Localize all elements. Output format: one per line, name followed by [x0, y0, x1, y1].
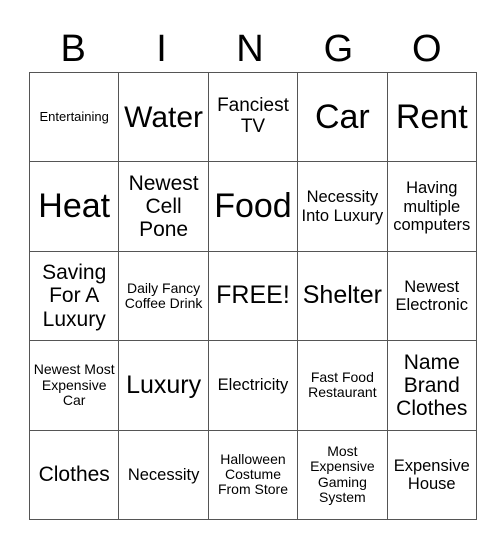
bingo-cell[interactable]: Necessity Into Luxury [297, 161, 388, 252]
bingo-cell[interactable]: Expensive House [386, 429, 477, 520]
board-row: Clothes Necessity Halloween Costume From… [28, 429, 477, 520]
bingo-cell[interactable]: Heat [28, 161, 120, 252]
bingo-cell[interactable]: Car [297, 71, 388, 163]
bingo-cell[interactable]: Water [118, 71, 209, 163]
bingo-cell[interactable]: Fast Food Restaurant [297, 340, 388, 431]
bingo-header: B I N G O [29, 26, 471, 72]
bingo-cell[interactable]: Name Brand Clothes [386, 340, 477, 431]
bingo-cell[interactable]: Newest Most Expensive Car [28, 340, 120, 431]
bingo-cell[interactable]: Rent [386, 71, 477, 163]
header-letter-n: N [236, 28, 264, 70]
header-letter-o: O [411, 28, 442, 70]
bingo-cell[interactable]: Daily Fancy Coffee Drink [118, 250, 209, 342]
free-space-cell[interactable]: FREE! [207, 250, 299, 342]
bingo-cell[interactable]: Saving For A Luxury [28, 250, 120, 342]
board-row: Entertaining Water Fanciest TV Car Rent [28, 71, 477, 163]
bingo-cell[interactable]: Halloween Costume From Store [207, 429, 299, 520]
bingo-cell[interactable]: Shelter [297, 250, 388, 342]
bingo-cell[interactable]: Luxury [118, 340, 209, 431]
bingo-cell[interactable]: Electricity [207, 340, 299, 431]
bingo-cell[interactable]: Most Expensive Gaming System [297, 429, 388, 520]
bingo-cell[interactable]: Entertaining [28, 71, 120, 163]
board-row: Newest Most Expensive Car Luxury Electri… [28, 340, 477, 431]
header-letter-i: I [156, 28, 167, 70]
board-row: Heat Newest Cell Pone Food Necessity Int… [28, 161, 477, 252]
bingo-cell[interactable]: Having multiple computers [386, 161, 477, 252]
bingo-cell[interactable]: Necessity [118, 429, 209, 520]
bingo-board: Entertaining Water Fanciest TV Car Rent … [28, 71, 477, 520]
board-row: Saving For A Luxury Daily Fancy Coffee D… [28, 250, 477, 342]
bingo-cell[interactable]: Newest Cell Pone [118, 161, 209, 252]
bingo-cell[interactable]: Newest Electronic [386, 250, 477, 342]
header-letter-b: B [60, 28, 86, 70]
header-letter-g: G [323, 28, 354, 70]
bingo-cell[interactable]: Clothes [28, 429, 120, 520]
bingo-cell[interactable]: Fanciest TV [207, 71, 299, 163]
bingo-cell[interactable]: Food [207, 161, 299, 252]
